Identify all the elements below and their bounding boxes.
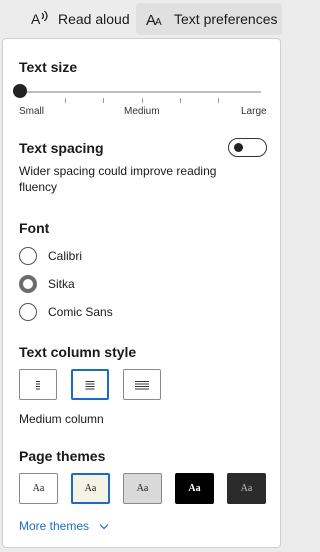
slider-label-large: Large	[241, 106, 267, 117]
text-spacing-description-line1: Wider spacing could improve reading	[19, 164, 217, 178]
wide-column-icon	[135, 380, 149, 389]
text-size-heading: Text size	[19, 59, 78, 75]
text-spacing-description: Wider spacing could improve reading flue…	[19, 163, 216, 195]
font-option-comic-sans[interactable]: Comic Sans	[19, 301, 113, 323]
theme-sample-text: Aa	[32, 483, 45, 494]
font-heading: Font	[19, 220, 50, 236]
theme-gray-button[interactable]: Aa	[123, 473, 162, 504]
font-option-label: Comic Sans	[48, 305, 113, 319]
theme-sample-text: Aa	[188, 483, 201, 494]
slider-label-medium: Medium	[124, 106, 160, 117]
text-size-slider-thumb[interactable]	[13, 84, 27, 98]
wide-column-button[interactable]	[123, 369, 161, 400]
read-aloud-button[interactable]: A Read aloud	[30, 3, 130, 35]
chevron-down-icon	[99, 523, 109, 529]
read-aloud-icon: A	[30, 10, 50, 28]
medium-column-icon	[85, 380, 95, 389]
more-themes-label: More themes	[19, 519, 90, 533]
narrow-column-button[interactable]	[19, 369, 57, 400]
slider-tick	[103, 98, 104, 103]
radio-button-selected[interactable]	[19, 275, 37, 293]
slider-tick	[142, 98, 143, 103]
column-style-heading: Text column style	[19, 344, 137, 360]
theme-light-button[interactable]: Aa	[19, 473, 58, 504]
slider-tick	[180, 98, 181, 103]
svg-text:A: A	[31, 11, 41, 27]
toggle-knob	[234, 143, 243, 152]
svg-text:A: A	[155, 17, 162, 28]
font-option-label: Sitka	[48, 277, 75, 291]
narrow-column-icon	[36, 380, 40, 389]
slider-label-small: Small	[19, 106, 45, 117]
theme-black-button[interactable]: Aa	[175, 473, 214, 504]
page-themes-heading: Page themes	[19, 448, 106, 464]
radio-button[interactable]	[19, 303, 37, 321]
theme-sample-text: Aa	[136, 483, 149, 494]
slider-tick	[65, 98, 66, 103]
more-themes-link[interactable]: More themes	[19, 519, 109, 533]
text-preferences-label: Text preferences	[174, 11, 278, 27]
font-option-calibri[interactable]: Calibri	[19, 245, 82, 267]
text-spacing-toggle[interactable]	[228, 138, 267, 157]
slider-tick	[218, 98, 219, 103]
text-preferences-icon: A A	[146, 10, 166, 28]
radio-button[interactable]	[19, 247, 37, 265]
medium-column-button[interactable]	[71, 369, 109, 400]
theme-sample-text: Aa	[84, 483, 97, 494]
text-size-slider-track[interactable]	[27, 91, 261, 93]
text-preferences-button[interactable]: A A Text preferences	[136, 3, 282, 35]
text-spacing-heading: Text spacing	[19, 140, 104, 156]
text-preferences-panel: Text size Small Medium Large Text spacin…	[2, 38, 281, 548]
font-option-label: Calibri	[48, 249, 83, 263]
toolbar: A Read aloud A A Text preferences	[0, 0, 286, 38]
theme-cream-button[interactable]: Aa	[71, 473, 110, 504]
theme-dark-gray-button[interactable]: Aa	[227, 473, 266, 504]
text-spacing-description-line2: fluency	[19, 180, 58, 194]
theme-sample-text: Aa	[240, 483, 253, 494]
column-style-selected-label: Medium column	[19, 412, 104, 426]
font-option-sitka[interactable]: Sitka	[19, 273, 75, 295]
read-aloud-label: Read aloud	[58, 11, 130, 27]
